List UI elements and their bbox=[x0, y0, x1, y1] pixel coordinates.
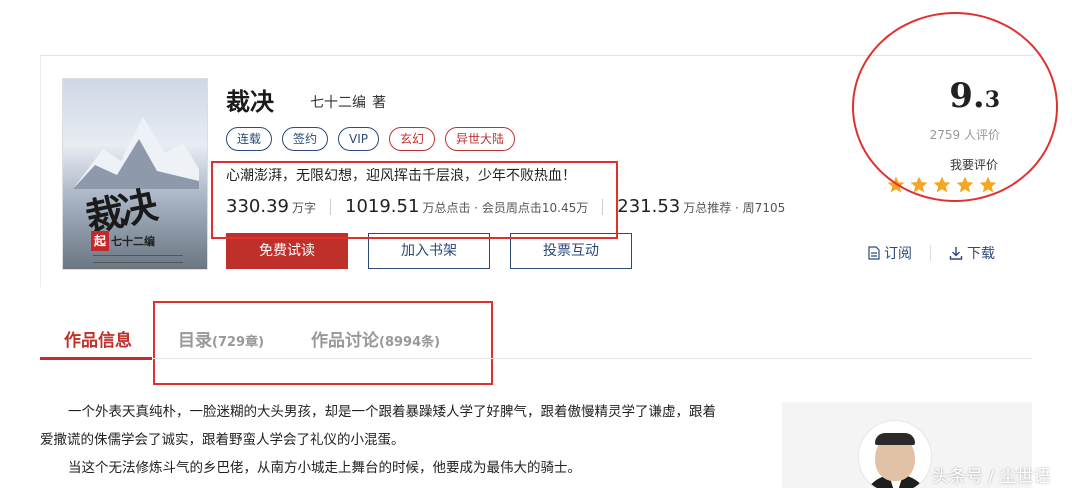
star-icon[interactable] bbox=[886, 175, 906, 195]
cover-author: 七十二编 bbox=[111, 235, 155, 248]
tab-label: 作品讨论 bbox=[311, 331, 379, 351]
rating-score-int: 9. bbox=[949, 76, 985, 116]
watermark-text: 头条号 / 尘世语 bbox=[932, 467, 1051, 487]
star-icon[interactable] bbox=[978, 175, 998, 195]
tab-post-count: (8994条) bbox=[379, 335, 441, 350]
click-count: 1019.51 bbox=[345, 196, 420, 217]
book-detail-page: 裁决 起 七十二编 裁决 七十二编著 连载 签约 VIP 玄幻 异世大陆 心潮澎… bbox=[0, 0, 1072, 488]
rating-score: 9.3 bbox=[949, 76, 1000, 116]
tab-chapter-count: (729章) bbox=[212, 335, 265, 350]
tag-genre[interactable]: 玄幻 bbox=[389, 127, 436, 151]
stats-divider bbox=[330, 198, 331, 215]
click-count-unit: 万总点击 · 会员周点击10.45万 bbox=[422, 201, 589, 215]
rating-count-unit: 人评价 bbox=[963, 128, 1000, 142]
description-paragraph: 当这个无法修炼斗气的乡巴佬，从南方小城走上舞台的时候，他要成为最伟大的骑士。 bbox=[68, 460, 581, 476]
tag-status[interactable]: 连载 bbox=[226, 127, 273, 151]
tag-vip[interactable]: VIP bbox=[338, 127, 380, 151]
vote-button[interactable]: 投票互动 bbox=[510, 233, 632, 269]
download-label: 下载 bbox=[967, 246, 995, 262]
tab-discussion[interactable]: 作品讨论(8994条) bbox=[311, 326, 440, 351]
active-tab-indicator bbox=[40, 357, 152, 360]
tag-subgenre[interactable]: 异世大陆 bbox=[445, 127, 516, 151]
rate-me-label[interactable]: 我要评价 bbox=[950, 156, 998, 173]
word-count: 330.39 bbox=[226, 196, 289, 217]
book-intro: 心潮澎湃，无限幻想，迎风挥击千层浪，少年不败热血！ bbox=[226, 168, 576, 184]
free-read-button[interactable]: 免费试读 bbox=[226, 233, 348, 269]
star-icon[interactable] bbox=[932, 175, 952, 195]
add-to-shelf-button[interactable]: 加入书架 bbox=[368, 233, 490, 269]
star-icon[interactable] bbox=[909, 175, 929, 195]
word-count-unit: 万字 bbox=[291, 201, 316, 215]
book-stats: 330.39 万字 1019.51 万总点击 · 会员周点击10.45万 231… bbox=[226, 196, 785, 217]
book-description: 一个外表天真纯朴，一脸迷糊的大头男孩，却是一个跟着暴躁矮人学了好脾气，跟着傲慢精… bbox=[40, 398, 760, 482]
tab-table-of-contents[interactable]: 目录(729章) bbox=[178, 326, 264, 351]
book-tags: 连载 签约 VIP 玄幻 异世大陆 bbox=[226, 127, 516, 151]
tab-label: 目录 bbox=[178, 331, 212, 351]
avatar-hair bbox=[875, 433, 915, 445]
rating-count-value: 2759 bbox=[929, 128, 961, 142]
download-icon bbox=[949, 247, 963, 260]
description-paragraph: 一个外表天真纯朴，一脸迷糊的大头男孩，却是一个跟着暴躁矮人学了好脾气，跟着傲慢精… bbox=[68, 404, 716, 420]
author-name[interactable]: 七十二编 bbox=[310, 95, 366, 111]
tag-contract[interactable]: 签约 bbox=[282, 127, 329, 151]
links-divider bbox=[930, 245, 931, 261]
description-paragraph-cont: 爱撒谎的侏儒学会了诚实，跟着野蛮人学会了礼仪的小混蛋。 bbox=[40, 432, 405, 448]
book-cover[interactable]: 裁决 起 七十二编 bbox=[62, 78, 208, 270]
recommend-count-unit: 万总推荐 · 周7105 bbox=[683, 201, 786, 215]
download-link[interactable]: 下载 bbox=[949, 243, 995, 263]
star-icon[interactable] bbox=[955, 175, 975, 195]
stats-divider bbox=[602, 198, 604, 215]
subscribe-label: 订阅 bbox=[884, 246, 912, 262]
tabs-divider bbox=[40, 358, 1032, 359]
secondary-actions: 订阅 下载 bbox=[868, 243, 995, 263]
author-avatar[interactable] bbox=[858, 420, 932, 488]
tab-book-info[interactable]: 作品信息 bbox=[64, 326, 132, 351]
document-icon bbox=[868, 246, 880, 260]
cover-fine-print bbox=[93, 255, 183, 263]
book-author[interactable]: 七十二编著 bbox=[310, 92, 386, 112]
author-suffix: 著 bbox=[372, 95, 386, 111]
book-title: 裁决 bbox=[226, 88, 274, 116]
tab-label: 作品信息 bbox=[64, 331, 132, 351]
recommend-count: 231.53 bbox=[617, 196, 681, 217]
subscribe-link[interactable]: 订阅 bbox=[868, 243, 912, 263]
rating-score-decimal: 3 bbox=[984, 87, 1000, 113]
rating-stars[interactable] bbox=[886, 175, 998, 195]
rating-count: 2759 人评价 bbox=[930, 126, 1000, 143]
cover-publisher-seal: 起 bbox=[91, 231, 109, 251]
